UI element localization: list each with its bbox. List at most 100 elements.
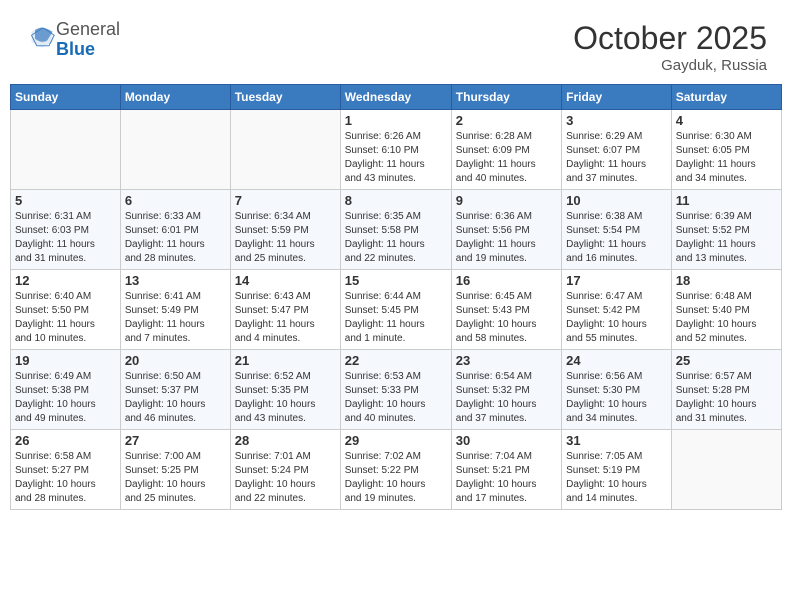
- day-info: Sunrise: 7:01 AMSunset: 5:24 PMDaylight:…: [235, 450, 336, 506]
- logo-icon: [28, 23, 56, 51]
- day-info: Sunrise: 6:26 AMSunset: 6:10 PMDaylight:…: [345, 130, 447, 186]
- day-number: 6: [125, 193, 226, 208]
- calendar-day-cell: 29 Sunrise: 7:02 AMSunset: 5:22 PMDayligh…: [340, 430, 451, 510]
- calendar-week-row: 1 Sunrise: 6:26 AMSunset: 6:10 PMDaylight…: [11, 110, 782, 190]
- weekday-header-cell: Thursday: [451, 85, 561, 110]
- day-info: Sunrise: 6:58 AMSunset: 5:27 PMDaylight:…: [15, 450, 116, 506]
- logo-general-text: General: [56, 19, 120, 39]
- day-number: 29: [345, 433, 447, 448]
- day-info: Sunrise: 6:43 AMSunset: 5:47 PMDaylight:…: [235, 290, 336, 346]
- calendar-day-cell: 24Sunrise: 6:56 AMSunset: 5:30 PMDayligh…: [562, 350, 672, 430]
- calendar-day-cell: [230, 110, 340, 190]
- day-info: Sunrise: 6:53 AMSunset: 5:33 PMDaylight:…: [345, 370, 447, 426]
- day-number: 31: [566, 433, 667, 448]
- weekday-header-cell: Friday: [562, 85, 672, 110]
- logo: General Blue: [25, 20, 120, 60]
- calendar-day-cell: 18 Sunrise: 6:48 AMSunset: 5:40 PMDayligh…: [671, 270, 781, 350]
- calendar-day-cell: 15Sunrise: 6:44 AMSunset: 5:45 PMDayligh…: [340, 270, 451, 350]
- day-number: 7: [235, 193, 336, 208]
- calendar-day-cell: 25 Sunrise: 6:57 AMSunset: 5:28 PMDayligh…: [671, 350, 781, 430]
- day-number: 3: [566, 113, 667, 128]
- day-number: 19: [15, 353, 116, 368]
- weekday-header-cell: Monday: [120, 85, 230, 110]
- day-number: 20: [125, 353, 226, 368]
- day-info: Sunrise: 6:45 AMSunset: 5:43 PMDaylight:…: [456, 290, 557, 346]
- day-info: Sunrise: 6:49 AMSunset: 5:38 PMDaylight:…: [15, 370, 116, 426]
- calendar-day-cell: 17Sunrise: 6:47 AMSunset: 5:42 PMDayligh…: [562, 270, 672, 350]
- month-title: October 2025: [573, 20, 767, 57]
- day-number: 1: [345, 113, 447, 128]
- day-info: Sunrise: 6:52 AMSunset: 5:35 PMDaylight:…: [235, 370, 336, 426]
- calendar-day-cell: 19 Sunrise: 6:49 AMSunset: 5:38 PMDayligh…: [11, 350, 121, 430]
- weekday-header-cell: Tuesday: [230, 85, 340, 110]
- day-info: Sunrise: 6:57 AMSunset: 5:28 PMDaylight:…: [676, 370, 777, 426]
- calendar-day-cell: 26 Sunrise: 6:58 AMSunset: 5:27 PMDayligh…: [11, 430, 121, 510]
- day-info: Sunrise: 6:35 AMSunset: 5:58 PMDaylight:…: [345, 210, 447, 266]
- calendar-day-cell: 31Sunrise: 7:05 AMSunset: 5:19 PMDayligh…: [562, 430, 672, 510]
- day-number: 21: [235, 353, 336, 368]
- day-info: Sunrise: 6:36 AMSunset: 5:56 PMDaylight:…: [456, 210, 557, 266]
- day-info: Sunrise: 6:50 AMSunset: 5:37 PMDaylight:…: [125, 370, 226, 426]
- calendar-week-row: 19 Sunrise: 6:49 AMSunset: 5:38 PMDayligh…: [11, 350, 782, 430]
- calendar-week-row: 12Sunrise: 6:40 AMSunset: 5:50 PMDayligh…: [11, 270, 782, 350]
- day-info: Sunrise: 6:48 AMSunset: 5:40 PMDaylight:…: [676, 290, 777, 346]
- weekday-header-cell: Saturday: [671, 85, 781, 110]
- calendar-day-cell: 1 Sunrise: 6:26 AMSunset: 6:10 PMDaylight…: [340, 110, 451, 190]
- calendar-day-cell: 22 Sunrise: 6:53 AMSunset: 5:33 PMDayligh…: [340, 350, 451, 430]
- day-info: Sunrise: 6:31 AMSunset: 6:03 PMDaylight:…: [15, 210, 116, 266]
- day-info: Sunrise: 6:44 AMSunset: 5:45 PMDaylight:…: [345, 290, 447, 346]
- day-number: 10: [566, 193, 667, 208]
- day-number: 11: [676, 193, 777, 208]
- calendar-day-cell: 14Sunrise: 6:43 AMSunset: 5:47 PMDayligh…: [230, 270, 340, 350]
- calendar-day-cell: 5 Sunrise: 6:31 AMSunset: 6:03 PMDaylight…: [11, 190, 121, 270]
- calendar-day-cell: 10Sunrise: 6:38 AMSunset: 5:54 PMDayligh…: [562, 190, 672, 270]
- calendar-day-cell: 6Sunrise: 6:33 AMSunset: 6:01 PMDaylight…: [120, 190, 230, 270]
- calendar-day-cell: 28 Sunrise: 7:01 AMSunset: 5:24 PMDayligh…: [230, 430, 340, 510]
- day-number: 23: [456, 353, 557, 368]
- calendar-day-cell: 11 Sunrise: 6:39 AMSunset: 5:52 PMDayligh…: [671, 190, 781, 270]
- page-header: General Blue October 2025 Gayduk, Russia: [10, 10, 782, 79]
- calendar-week-row: 26 Sunrise: 6:58 AMSunset: 5:27 PMDayligh…: [11, 430, 782, 510]
- calendar-body: 1 Sunrise: 6:26 AMSunset: 6:10 PMDaylight…: [11, 110, 782, 510]
- day-info: Sunrise: 6:54 AMSunset: 5:32 PMDaylight:…: [456, 370, 557, 426]
- day-number: 13: [125, 273, 226, 288]
- day-info: Sunrise: 7:02 AMSunset: 5:22 PMDaylight:…: [345, 450, 447, 506]
- day-number: 22: [345, 353, 447, 368]
- weekday-header-row: SundayMondayTuesdayWednesdayThursdayFrid…: [11, 85, 782, 110]
- calendar-day-cell: 7 Sunrise: 6:34 AMSunset: 5:59 PMDaylight…: [230, 190, 340, 270]
- title-block: October 2025 Gayduk, Russia: [573, 20, 767, 74]
- day-info: Sunrise: 6:29 AMSunset: 6:07 PMDaylight:…: [566, 130, 667, 186]
- day-number: 16: [456, 273, 557, 288]
- day-info: Sunrise: 6:41 AMSunset: 5:49 PMDaylight:…: [125, 290, 226, 346]
- day-number: 4: [676, 113, 777, 128]
- day-number: 2: [456, 113, 557, 128]
- day-number: 28: [235, 433, 336, 448]
- day-info: Sunrise: 6:56 AMSunset: 5:30 PMDaylight:…: [566, 370, 667, 426]
- calendar-day-cell: 12Sunrise: 6:40 AMSunset: 5:50 PMDayligh…: [11, 270, 121, 350]
- day-info: Sunrise: 6:34 AMSunset: 5:59 PMDaylight:…: [235, 210, 336, 266]
- calendar-day-cell: 21 Sunrise: 6:52 AMSunset: 5:35 PMDayligh…: [230, 350, 340, 430]
- day-number: 18: [676, 273, 777, 288]
- location-title: Gayduk, Russia: [573, 57, 767, 74]
- weekday-header-cell: Wednesday: [340, 85, 451, 110]
- calendar-day-cell: 4 Sunrise: 6:30 AMSunset: 6:05 PMDaylight…: [671, 110, 781, 190]
- weekday-header-cell: Sunday: [11, 85, 121, 110]
- calendar-day-cell: 23 Sunrise: 6:54 AMSunset: 5:32 PMDayligh…: [451, 350, 561, 430]
- day-number: 30: [456, 433, 557, 448]
- day-number: 5: [15, 193, 116, 208]
- calendar-day-cell: 9 Sunrise: 6:36 AMSunset: 5:56 PMDaylight…: [451, 190, 561, 270]
- calendar-day-cell: 2Sunrise: 6:28 AMSunset: 6:09 PMDaylight…: [451, 110, 561, 190]
- day-number: 9: [456, 193, 557, 208]
- calendar-day-cell: 16 Sunrise: 6:45 AMSunset: 5:43 PMDayligh…: [451, 270, 561, 350]
- day-number: 25: [676, 353, 777, 368]
- calendar-week-row: 5 Sunrise: 6:31 AMSunset: 6:03 PMDaylight…: [11, 190, 782, 270]
- calendar-day-cell: [120, 110, 230, 190]
- day-info: Sunrise: 7:00 AMSunset: 5:25 PMDaylight:…: [125, 450, 226, 506]
- day-number: 26: [15, 433, 116, 448]
- calendar-day-cell: 13 Sunrise: 6:41 AMSunset: 5:49 PMDayligh…: [120, 270, 230, 350]
- day-number: 12: [15, 273, 116, 288]
- calendar-day-cell: [11, 110, 121, 190]
- day-info: Sunrise: 6:39 AMSunset: 5:52 PMDaylight:…: [676, 210, 777, 266]
- day-info: Sunrise: 6:30 AMSunset: 6:05 PMDaylight:…: [676, 130, 777, 186]
- calendar-table: SundayMondayTuesdayWednesdayThursdayFrid…: [10, 84, 782, 510]
